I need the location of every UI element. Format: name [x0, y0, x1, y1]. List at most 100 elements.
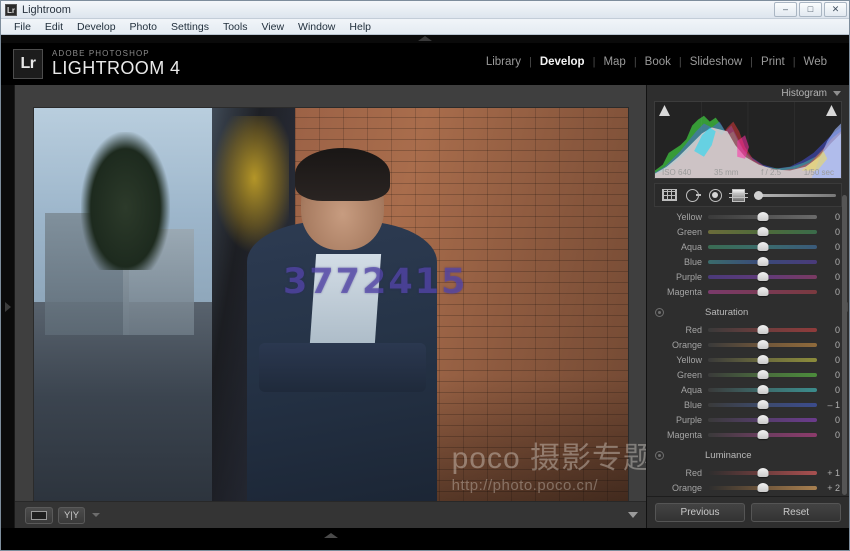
- slider-knob[interactable]: [757, 287, 768, 296]
- slider-track-wrapper[interactable]: [708, 412, 817, 427]
- hsl-slider-row[interactable]: Green0: [653, 367, 843, 382]
- slider-knob[interactable]: [757, 355, 768, 364]
- hsl-slider-row[interactable]: Orange+ 2: [653, 480, 843, 495]
- hsl-slider-row[interactable]: Red0: [653, 322, 843, 337]
- hsl-slider-row[interactable]: Aqua0: [653, 382, 843, 397]
- module-tab-web[interactable]: Web: [796, 56, 835, 68]
- right-panel-scrollbar[interactable]: [842, 195, 847, 495]
- menu-item-edit[interactable]: Edit: [38, 19, 70, 35]
- hsl-slider-row[interactable]: Orange0: [653, 337, 843, 352]
- module-tab-book[interactable]: Book: [637, 56, 679, 68]
- targeted-adjustment-tool-icon[interactable]: [655, 308, 664, 317]
- slider-track-wrapper[interactable]: [708, 322, 817, 337]
- slider-track-wrapper[interactable]: [708, 480, 817, 495]
- hsl-slider-row[interactable]: Aqua0: [653, 239, 843, 254]
- hsl-slider-row[interactable]: Magenta0: [653, 427, 843, 442]
- slider-track-wrapper[interactable]: [708, 254, 817, 269]
- crop-overlay-tool-button[interactable]: [660, 188, 678, 203]
- close-button[interactable]: ✕: [824, 2, 847, 17]
- slider-knob[interactable]: [757, 257, 768, 266]
- identity-plate[interactable]: Lr ADOBE PHOTOSHOP LIGHTROOM 4: [13, 49, 180, 79]
- slider-knob[interactable]: [757, 325, 768, 334]
- slider-track-wrapper[interactable]: [708, 495, 817, 496]
- chevron-down-icon[interactable]: [833, 91, 841, 96]
- slider-knob[interactable]: [757, 385, 768, 394]
- menu-item-photo[interactable]: Photo: [123, 19, 164, 35]
- before-after-view-button[interactable]: Y|Y: [58, 507, 85, 524]
- slider-knob[interactable]: [757, 415, 768, 424]
- menu-item-develop[interactable]: Develop: [70, 19, 123, 35]
- menu-item-window[interactable]: Window: [291, 19, 342, 35]
- bottom-panel-collapse-icon[interactable]: [324, 533, 338, 538]
- histogram-panel-header[interactable]: Histogram: [647, 85, 849, 101]
- slider-knob[interactable]: [757, 430, 768, 439]
- hsl-slider-row[interactable]: Green0: [653, 224, 843, 239]
- hsl-slider-row[interactable]: Yellow0: [653, 352, 843, 367]
- module-tab-slideshow[interactable]: Slideshow: [682, 56, 750, 68]
- histogram-widget[interactable]: ISO 640 35 mm f / 2.5 1/50 sec: [654, 101, 842, 179]
- menu-item-help[interactable]: Help: [342, 19, 378, 35]
- hsl-slider-row[interactable]: Yellow0: [653, 495, 843, 496]
- slider-track-wrapper[interactable]: [708, 352, 817, 367]
- slider-knob[interactable]: [757, 468, 768, 477]
- hsl-slider-row[interactable]: Red+ 1: [653, 465, 843, 480]
- slider-track-wrapper[interactable]: [708, 367, 817, 382]
- chevron-right-icon[interactable]: [5, 302, 11, 312]
- slider-knob[interactable]: [757, 272, 768, 281]
- spot-removal-tool-button[interactable]: [683, 188, 701, 203]
- brush-size-slider[interactable]: [754, 189, 836, 201]
- previous-button[interactable]: Previous: [655, 503, 745, 522]
- slider-track-wrapper[interactable]: [708, 239, 817, 254]
- chevron-down-icon[interactable]: [92, 513, 100, 517]
- hsl-slider-row[interactable]: Blue0: [653, 254, 843, 269]
- hsl-slider-row[interactable]: Purple0: [653, 412, 843, 427]
- menu-item-file[interactable]: File: [7, 19, 38, 35]
- toolbar-options-caret-icon[interactable]: [628, 512, 638, 518]
- slider-track-wrapper[interactable]: [708, 284, 817, 299]
- slider-knob[interactable]: [757, 483, 768, 492]
- chevron-up-icon[interactable]: [418, 36, 432, 41]
- loupe-view-button[interactable]: [25, 507, 53, 524]
- slider-knob[interactable]: [757, 212, 768, 221]
- red-eye-correction-tool-button[interactable]: [706, 188, 724, 203]
- hsl-panel-scroll-region[interactable]: Yellow0Green0Aqua0Blue0Purple0Magenta0Sa…: [647, 207, 849, 496]
- slider-knob[interactable]: [757, 340, 768, 349]
- brush-size-knob[interactable]: [754, 191, 763, 200]
- slider-track-wrapper[interactable]: [708, 397, 817, 412]
- menu-item-settings[interactable]: Settings: [164, 19, 216, 35]
- slider-track-wrapper[interactable]: [708, 269, 817, 284]
- panel-footer: Previous Reset: [647, 496, 849, 528]
- hsl-slider-row[interactable]: Magenta0: [653, 284, 843, 299]
- slider-label: Yellow: [653, 212, 708, 222]
- slider-track-wrapper[interactable]: [708, 209, 817, 224]
- slider-track-wrapper[interactable]: [708, 224, 817, 239]
- slider-track-wrapper[interactable]: [708, 337, 817, 352]
- slider-knob[interactable]: [757, 400, 768, 409]
- slider-track-wrapper[interactable]: [708, 427, 817, 442]
- menu-item-tools[interactable]: Tools: [216, 19, 255, 35]
- maximize-button[interactable]: □: [799, 2, 822, 17]
- left-panel-collapsed[interactable]: [1, 85, 15, 528]
- module-tab-develop[interactable]: Develop: [532, 56, 593, 68]
- slider-knob[interactable]: [757, 242, 768, 251]
- slider-track-wrapper[interactable]: [708, 465, 817, 480]
- slider-value: 0: [817, 227, 843, 237]
- slider-knob[interactable]: [757, 227, 768, 236]
- hsl-slider-row[interactable]: Purple0: [653, 269, 843, 284]
- graduated-filter-tool-button[interactable]: [729, 188, 747, 203]
- top-panel-collapse-strip[interactable]: [1, 35, 849, 43]
- slider-knob[interactable]: [757, 370, 768, 379]
- menu-item-view[interactable]: View: [254, 19, 291, 35]
- module-tab-library[interactable]: Library: [478, 56, 529, 68]
- targeted-adjustment-tool-icon[interactable]: [655, 451, 664, 460]
- module-tab-map[interactable]: Map: [595, 56, 633, 68]
- slider-track-wrapper[interactable]: [708, 382, 817, 397]
- crop-grid-icon: [662, 189, 677, 201]
- reset-button[interactable]: Reset: [751, 503, 841, 522]
- photo-preview[interactable]: 3772415: [34, 108, 628, 514]
- hsl-slider-row[interactable]: Yellow0: [653, 209, 843, 224]
- module-tab-print[interactable]: Print: [753, 56, 793, 68]
- app-icon: Lr: [5, 4, 17, 16]
- hsl-slider-row[interactable]: Blue– 1: [653, 397, 843, 412]
- minimize-button[interactable]: –: [774, 2, 797, 17]
